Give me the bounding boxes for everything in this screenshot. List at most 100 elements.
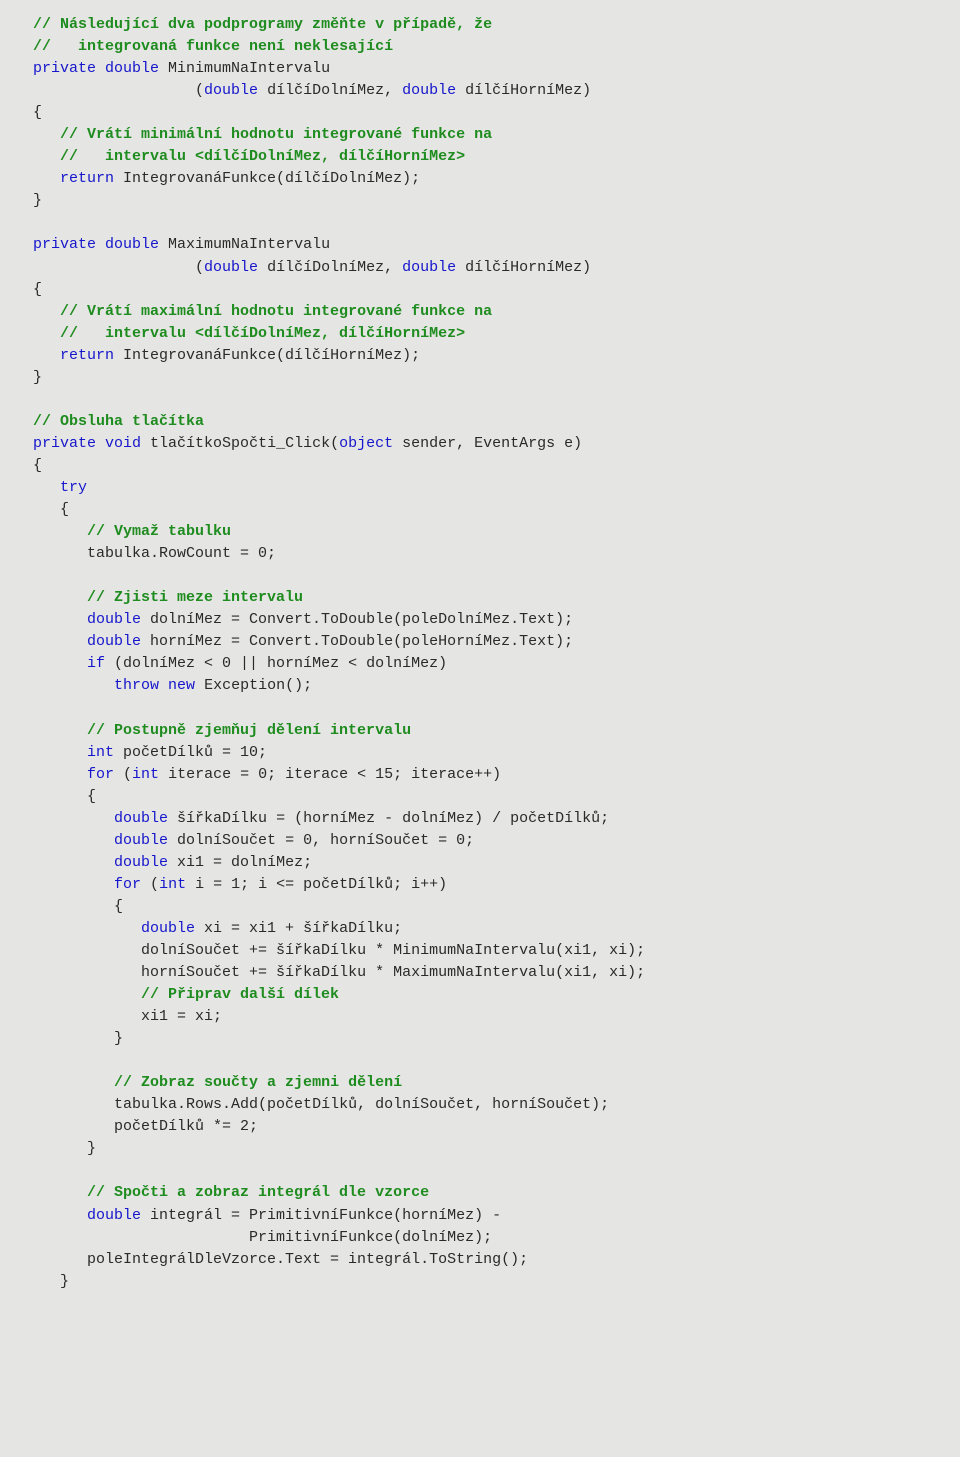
- code-line: tabulka.RowCount = 0;: [6, 543, 954, 565]
- code-line: dolníSoučet += šířkaDílku * MinimumNaInt…: [6, 940, 954, 962]
- code-line: // Postupně zjemňuj dělení intervalu: [6, 720, 954, 742]
- code-line: double šířkaDílku = (horníMez - dolníMez…: [6, 808, 954, 830]
- code-token: }: [33, 192, 42, 209]
- code-token: for: [114, 876, 150, 893]
- code-line: {: [6, 896, 954, 918]
- code-token: xi1 = dolníMez;: [177, 854, 312, 871]
- code-line: poleIntegrálDleVzorce.Text = integrál.To…: [6, 1249, 954, 1271]
- code-line: try: [6, 477, 954, 499]
- code-token: double: [114, 832, 177, 849]
- code-token: throw: [114, 677, 168, 694]
- code-token: // intervalu <dílčíDolníMez, dílčíHorníM…: [60, 325, 465, 342]
- code-token: // Vrátí maximální hodnotu integrované f…: [60, 303, 492, 320]
- code-token: // integrovaná funkce není neklesající: [33, 38, 393, 55]
- code-token: šířkaDílku = (horníMez - dolníMez) / poč…: [177, 810, 609, 827]
- code-line: double horníMez = Convert.ToDouble(poleH…: [6, 631, 954, 653]
- code-line: double xi = xi1 + šířkaDílku;: [6, 918, 954, 940]
- code-line: // Vymaž tabulku: [6, 521, 954, 543]
- code-line: // Zobraz součty a zjemni dělení: [6, 1072, 954, 1094]
- code-token: private: [33, 236, 105, 253]
- code-token: PrimitivníFunkce(dolníMez);: [249, 1229, 492, 1246]
- code-token: int: [87, 744, 123, 761]
- code-token: (: [123, 766, 132, 783]
- code-line: // Spočti a zobraz integrál dle vzorce: [6, 1182, 954, 1204]
- code-line: private double MaximumNaIntervalu: [6, 234, 954, 256]
- code-line: [6, 565, 954, 587]
- code-line: {: [6, 455, 954, 477]
- code-line: {: [6, 499, 954, 521]
- code-token: xi1 = xi;: [141, 1008, 222, 1025]
- code-line: }: [6, 367, 954, 389]
- code-token: // Připrav další dílek: [141, 986, 339, 1003]
- code-line: (double dílčíDolníMez, double dílčíHorní…: [6, 257, 954, 279]
- code-token: // Postupně zjemňuj dělení intervalu: [87, 722, 411, 739]
- code-token: MinimumNaIntervalu: [168, 60, 330, 77]
- code-token: iterace = 0; iterace < 15; iterace++): [168, 766, 501, 783]
- code-token: return: [60, 347, 123, 364]
- code-token: {: [33, 457, 42, 474]
- code-token: double: [141, 920, 204, 937]
- code-line: // intervalu <dílčíDolníMez, dílčíHorníM…: [6, 323, 954, 345]
- code-token: dolníSoučet += šířkaDílku * MinimumNaInt…: [141, 942, 645, 959]
- code-token: Exception();: [204, 677, 312, 694]
- code-line: // Vrátí minimální hodnotu integrované f…: [6, 124, 954, 146]
- code-token: return: [60, 170, 123, 187]
- code-line: return IntegrovanáFunkce(dílčíHorníMez);: [6, 345, 954, 367]
- code-token: integrál = PrimitivníFunkce(horníMez) -: [150, 1207, 501, 1224]
- code-token: double: [204, 82, 267, 99]
- code-token: {: [60, 501, 69, 518]
- code-token: double: [402, 259, 465, 276]
- code-token: {: [33, 281, 42, 298]
- code-token: // Zjisti meze intervalu: [87, 589, 303, 606]
- code-token: početDílků = 10;: [123, 744, 267, 761]
- code-line: [6, 389, 954, 411]
- code-line: double xi1 = dolníMez;: [6, 852, 954, 874]
- code-token: object: [339, 435, 402, 452]
- code-line: {: [6, 102, 954, 124]
- code-token: IntegrovanáFunkce(dílčíDolníMez);: [123, 170, 420, 187]
- code-token: tlačítkoSpočti_Click(: [150, 435, 339, 452]
- code-line: // Vrátí maximální hodnotu integrované f…: [6, 301, 954, 323]
- code-token: MaximumNaIntervalu: [168, 236, 330, 253]
- code-token: (dolníMez < 0 || horníMez < dolníMez): [114, 655, 447, 672]
- code-token: private: [33, 60, 105, 77]
- code-token: double: [87, 611, 150, 628]
- code-line: // Následující dva podprogramy změňte v …: [6, 14, 954, 36]
- code-token: }: [114, 1030, 123, 1047]
- code-token: }: [60, 1273, 69, 1290]
- code-token: dílčíHorníMez): [465, 82, 591, 99]
- code-token: double: [87, 1207, 150, 1224]
- code-token: double: [402, 82, 465, 99]
- code-token: tabulka.RowCount = 0;: [87, 545, 276, 562]
- code-line: // integrovaná funkce není neklesající: [6, 36, 954, 58]
- code-token: xi = xi1 + šířkaDílku;: [204, 920, 402, 937]
- code-line: {: [6, 786, 954, 808]
- code-token: double: [204, 259, 267, 276]
- code-line: throw new Exception();: [6, 675, 954, 697]
- code-token: // Vrátí minimální hodnotu integrované f…: [60, 126, 492, 143]
- code-line: // Obsluha tlačítka: [6, 411, 954, 433]
- code-token: if: [87, 655, 114, 672]
- code-token: // Vymaž tabulku: [87, 523, 231, 540]
- code-token: // intervalu <dílčíDolníMez, dílčíHorníM…: [60, 148, 465, 165]
- code-token: new: [168, 677, 204, 694]
- code-token: private: [33, 435, 105, 452]
- code-line: [6, 1160, 954, 1182]
- code-line: int početDílků = 10;: [6, 742, 954, 764]
- code-token: {: [33, 104, 42, 121]
- code-line: }: [6, 1028, 954, 1050]
- code-token: dílčíDolníMez,: [267, 82, 402, 99]
- code-line: }: [6, 1138, 954, 1160]
- code-token: (: [150, 876, 159, 893]
- code-token: dílčíHorníMez): [465, 259, 591, 276]
- code-token: početDílků *= 2;: [114, 1118, 258, 1135]
- code-line: if (dolníMez < 0 || horníMez < dolníMez): [6, 653, 954, 675]
- code-token: void: [105, 435, 150, 452]
- code-line: [6, 697, 954, 719]
- code-token: }: [33, 369, 42, 386]
- code-line: početDílků *= 2;: [6, 1116, 954, 1138]
- code-token: double: [105, 60, 168, 77]
- code-line: (double dílčíDolníMez, double dílčíHorní…: [6, 80, 954, 102]
- code-token: dolníMez = Convert.ToDouble(poleDolníMez…: [150, 611, 573, 628]
- code-line: {: [6, 279, 954, 301]
